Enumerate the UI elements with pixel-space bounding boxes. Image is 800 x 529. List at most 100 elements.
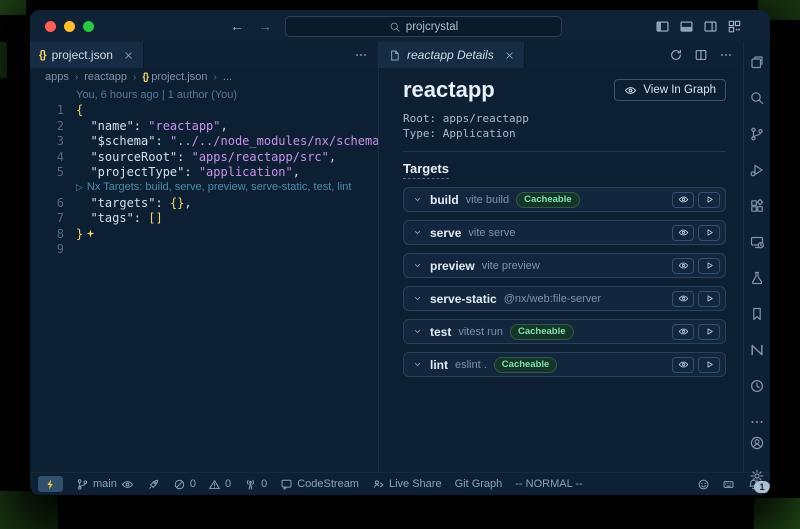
view-target-button[interactable] [672, 291, 694, 307]
activity-extensions[interactable] [749, 198, 765, 219]
line-number: 5 [30, 165, 76, 181]
tab-label: reactapp Details [407, 48, 494, 62]
chevron-down-icon[interactable] [412, 326, 423, 337]
eye-icon [678, 194, 689, 205]
activity-remote-explorer[interactable] [749, 234, 765, 255]
view-in-graph-button[interactable]: View In Graph [614, 79, 726, 101]
activity-source-control[interactable] [749, 126, 765, 147]
view-target-button[interactable] [672, 357, 694, 373]
code-editor[interactable]: You, 6 hours ago | 1 author (You)1{2 "na… [30, 86, 378, 472]
status-git-graph[interactable]: Git Graph [455, 478, 503, 490]
chevron-down-icon[interactable] [412, 227, 423, 238]
toggle-sidebar-right-icon[interactable] [703, 19, 718, 34]
beaker-icon [749, 270, 765, 286]
sparkle-icon[interactable] [85, 228, 96, 239]
close-tab-icon[interactable] [504, 50, 515, 61]
refresh-icon[interactable] [669, 48, 683, 62]
run-target-button[interactable] [698, 291, 720, 307]
code-line[interactable]: 8} [30, 227, 378, 243]
chevron-down-icon[interactable] [412, 359, 423, 370]
targets-heading: Targets [403, 161, 449, 179]
view-target-button[interactable] [672, 324, 694, 340]
minimize-window-button[interactable] [64, 21, 75, 32]
play-icon [704, 194, 715, 205]
more-actions-icon[interactable] [354, 48, 368, 62]
breadcrumb-item[interactable]: {} project.json [142, 71, 207, 83]
chevron-down-icon[interactable] [412, 293, 423, 304]
play-icon [704, 293, 715, 304]
run-target-button[interactable] [698, 357, 720, 373]
cacheable-badge: Cacheable [494, 357, 558, 373]
code-line[interactable]: 2 "name": "reactapp", [30, 119, 378, 135]
status-git-branch[interactable]: main [76, 478, 134, 491]
activity-explorer[interactable] [749, 54, 765, 75]
source-control-icon [76, 478, 89, 491]
code-line[interactable]: 6 "targets": {}, [30, 196, 378, 212]
more-actions-icon[interactable] [719, 48, 733, 62]
tab-reactapp-details[interactable]: reactapp Details [379, 42, 525, 68]
split-editor-icon[interactable] [694, 48, 708, 62]
close-tab-icon[interactable] [123, 50, 134, 61]
activity-account[interactable] [749, 435, 765, 456]
status-gitlens-launchpad[interactable] [147, 478, 160, 491]
breadcrumb-item[interactable]: apps [45, 71, 69, 83]
tab-project-json[interactable]: {} project.json [30, 42, 144, 68]
toggle-panel-icon[interactable] [679, 19, 694, 34]
activity-settings[interactable]: 1 [749, 468, 765, 489]
activity-nx-console[interactable] [749, 342, 765, 363]
eye-icon [624, 84, 637, 97]
run-target-button[interactable] [698, 192, 720, 208]
target-row-lint[interactable]: linteslint .Cacheable [403, 352, 726, 377]
target-row-serve-static[interactable]: serve-static@nx/web:file-server [403, 286, 726, 311]
nx-icon [749, 342, 765, 358]
target-row-preview[interactable]: previewvite preview [403, 253, 726, 278]
back-icon[interactable]: ← [230, 18, 244, 34]
activity-search[interactable] [749, 90, 765, 111]
activity-timeline[interactable] [749, 378, 765, 399]
command-center-search[interactable]: projcrystal [285, 16, 562, 37]
activity-testing[interactable] [749, 270, 765, 291]
status-codestream[interactable]: CodeStream [280, 478, 359, 491]
desktop-wallpaper [0, 0, 26, 15]
view-target-button[interactable] [672, 258, 694, 274]
status-ports[interactable]: 0 [244, 478, 267, 491]
breadcrumb-item[interactable]: ... [223, 71, 232, 83]
eye-icon [678, 227, 689, 238]
status-remote-indicator[interactable] [38, 476, 63, 492]
status-live-share[interactable]: Live Share [372, 478, 442, 491]
activity-bookmarks[interactable] [749, 306, 765, 327]
forward-icon[interactable]: → [258, 18, 272, 34]
zoom-window-button[interactable] [83, 21, 94, 32]
code-line[interactable]: 4 "sourceRoot": "apps/reactapp/src", [30, 150, 378, 166]
status-feedback[interactable] [697, 478, 710, 491]
gitlens-blame-annotation[interactable]: You, 6 hours ago | 1 author (You) [30, 88, 378, 103]
view-target-button[interactable] [672, 192, 694, 208]
code-line[interactable]: 7 "tags": [] [30, 211, 378, 227]
breadcrumb-item[interactable]: reactapp [84, 71, 127, 83]
customize-layout-icon[interactable] [727, 19, 742, 34]
nx-targets-codelens[interactable]: ▷Nx Targets: build, serve, preview, serv… [30, 181, 378, 196]
run-target-button[interactable] [698, 258, 720, 274]
run-target-button[interactable] [698, 225, 720, 241]
status-problems[interactable]: 00 [173, 478, 231, 491]
code-line[interactable]: 9 [30, 242, 378, 258]
target-row-build[interactable]: buildvite buildCacheable [403, 187, 726, 212]
main-area: {} project.json apps›reactapp›{} project… [30, 42, 770, 472]
target-row-test[interactable]: testvitest runCacheable [403, 319, 726, 344]
chevron-down-icon[interactable] [412, 260, 423, 271]
activity-more-views[interactable] [749, 414, 765, 435]
activity-run-debug[interactable] [749, 162, 765, 183]
status-keyboard[interactable] [722, 478, 735, 491]
warning-icon [208, 478, 221, 491]
chevron-down-icon[interactable] [412, 194, 423, 205]
view-target-button[interactable] [672, 225, 694, 241]
run-target-button[interactable] [698, 324, 720, 340]
activity-bar-top [749, 54, 765, 435]
toggle-sidebar-left-icon[interactable] [655, 19, 670, 34]
target-row-serve[interactable]: servevite serve [403, 220, 726, 245]
code-line[interactable]: 5 "projectType": "application", [30, 165, 378, 181]
close-window-button[interactable] [45, 21, 56, 32]
status-vim-mode[interactable]: -- NORMAL -- [515, 478, 582, 490]
code-line[interactable]: 1{ [30, 103, 378, 119]
code-line[interactable]: 3 "$schema": "../../node_modules/nx/sche… [30, 134, 378, 150]
